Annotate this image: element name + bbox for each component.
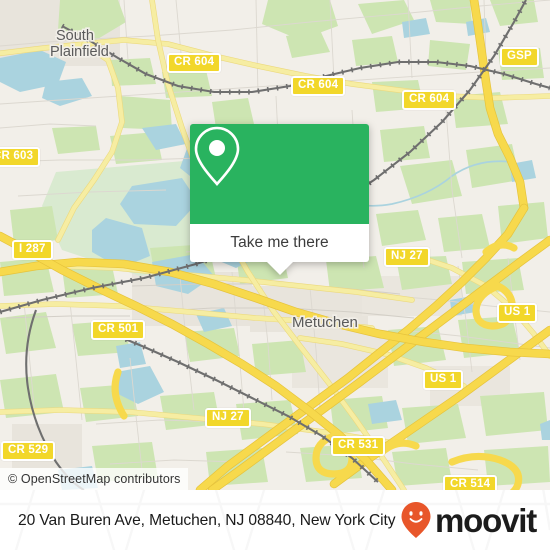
take-me-there-label: Take me there [230,234,329,251]
road-shield-cr514: CR 514 [443,475,498,490]
road-shield-cr603: CR 603 [0,147,41,167]
place-label-metuchen: Metuchen [290,312,359,332]
road-shield-us1-a: US 1 [497,303,538,323]
card-header [190,124,369,224]
road-shield-cr531: CR 531 [331,436,386,456]
road-shield-cr501: CR 501 [91,320,146,340]
place-label-line1: Metuchen [292,314,358,331]
place-label-line1: South [56,28,94,44]
road-shield-cr604-b: CR 604 [291,76,346,96]
address-text: 20 Van Buren Ave, Metuchen, NJ 08840, Ne… [18,511,396,529]
location-callout-card[interactable]: Take me there [190,124,369,275]
moovit-map-screenshot: .park { fill:#cde5b2; } .park2 { fill:#d… [0,0,550,550]
moovit-wordmark: moovit [435,501,537,539]
bottom-info-bar: 20 Van Buren Ave, Metuchen, NJ 08840, Ne… [0,490,550,550]
moovit-logo[interactable]: moovit [399,500,537,540]
road-shield-cr604-c: CR 604 [402,90,457,110]
place-label-line2: Plainfield [50,44,109,60]
map-pin-icon [194,126,240,186]
road-shield-i287: I 287 [12,240,53,260]
road-shield-cr604-a: CR 604 [167,53,222,73]
map-canvas[interactable]: .park { fill:#cde5b2; } .park2 { fill:#d… [0,0,550,490]
road-shield-cr529: CR 529 [1,441,56,461]
road-shield-us1-b: US 1 [423,370,464,390]
osm-attribution-text: © OpenStreetMap contributors [8,472,181,486]
osm-attribution[interactable]: © OpenStreetMap contributors [0,468,188,490]
moovit-pin-smiley-icon [401,502,431,538]
place-label-south-plainfield: South Plainfield [48,26,110,61]
card-pointer-tail [266,262,293,275]
road-shield-nj27-a: NJ 27 [384,247,430,267]
road-shield-nj27-b: NJ 27 [205,408,251,428]
take-me-there-button[interactable]: Take me there [190,224,369,275]
road-shield-gsp: GSP [500,47,539,67]
